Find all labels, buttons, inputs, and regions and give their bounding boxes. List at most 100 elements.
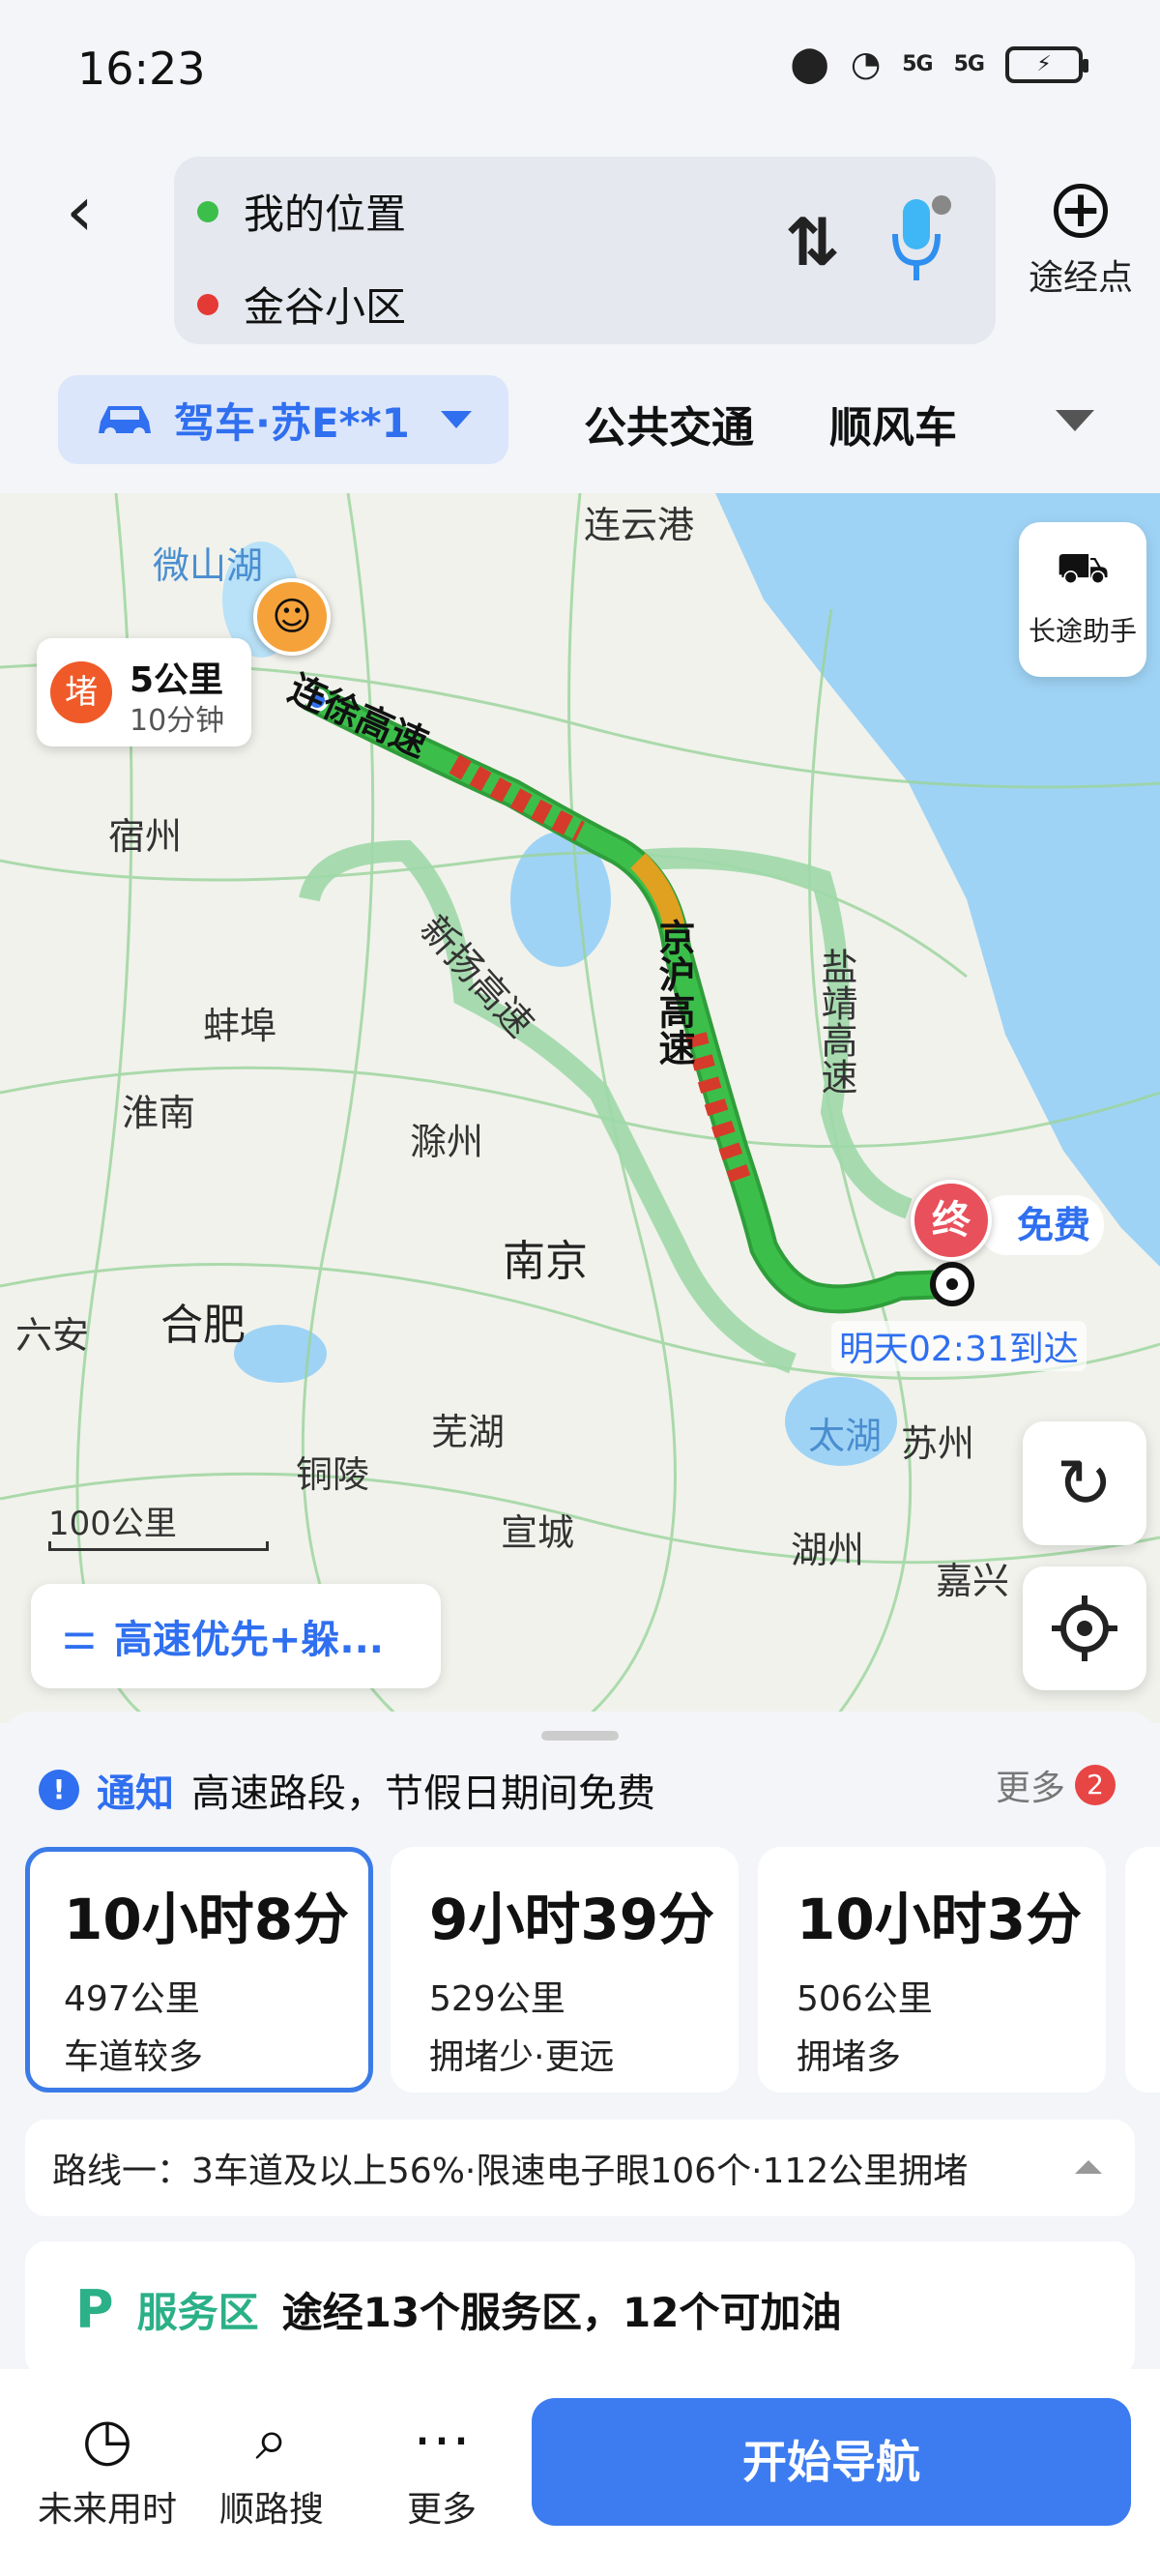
search-icon: ⌕ [255,2406,288,2474]
tab-carpool[interactable]: 顺风车 [829,393,957,454]
route-distance: 506公里 [797,1979,933,2019]
route-input-box: 我的位置 金谷小区 ⇅ [174,157,996,344]
destination-label: 金谷小区 [244,283,407,331]
more-label: 更多 [406,2490,477,2530]
label-taihu: 太湖 [808,1415,883,1457]
lake-chaohu [234,1325,327,1383]
jam-callout[interactable]: 堵 5公里 10分钟 [37,638,251,746]
status-bar: 16:23 ⬤ ◔ 5G 5G ⚡ [0,0,1160,143]
label-bengbu: 蚌埠 [203,1005,277,1047]
driver-avatar-icon: ☺ [253,578,331,656]
route-card-peek[interactable] [1125,1847,1160,2093]
service-title: 服务区 [136,2288,259,2336]
label-chuzhou: 滁州 [410,1121,484,1163]
battery-icon: ⚡ [1005,45,1088,83]
route-time: 10小时8分 [64,1887,350,1952]
route-summary[interactable]: 路线一：3车道及以上56%·限速电子眼106个·112公里拥堵 [25,2120,1135,2216]
scale-label: 100公里 [48,1505,177,1543]
status-icons: ⬤ ◔ 5G 5G ⚡ [790,44,1088,84]
route-preference-button[interactable]: ⚌ 高速优先+躲... [31,1584,441,1688]
route-note: 拥堵多 [797,2037,902,2077]
route-note: 车道较多 [64,2037,204,2077]
car-icon [99,406,151,439]
destination-row[interactable]: 金谷小区 [197,275,406,334]
more-count-badge: 2 [1075,1765,1116,1805]
swap-icon[interactable]: ⇅ [785,205,840,281]
location-icon: ⬤ [790,44,829,84]
origin-dot-icon [197,200,218,222]
label-suzhou-js: 苏州 [901,1422,975,1465]
longtrip-assistant-button[interactable]: ⛟ 长途助手 [1019,522,1146,677]
status-time: 16:23 [77,43,206,95]
destination-dot-icon [197,293,218,315]
road-jinghu: 京沪高速 [652,919,695,1066]
label-hefei: 合肥 [160,1301,246,1350]
more-button[interactable]: ⋯ 更多 [360,2402,524,2532]
label-huainan: 淮南 [122,1092,196,1134]
steering-icon: ⛟ [1056,543,1110,593]
future-label: 未来用时 [37,2490,177,2530]
start-navigation-button[interactable]: 开始导航 [532,2398,1131,2526]
jam-distance: 5公里 [130,660,224,700]
route-card-3[interactable]: 10小时3分 506公里 拥堵多 [758,1847,1106,2093]
label-nanjing: 南京 [503,1237,588,1286]
label-jiaxing: 嘉兴 [936,1560,1010,1602]
locate-icon [1052,1595,1117,1661]
search-along-button[interactable]: ⌕ 顺路搜 [189,2402,354,2532]
route-distance: 497公里 [64,1979,200,2019]
origin-row[interactable]: 我的位置 [197,182,406,241]
scale-bar [48,1541,269,1551]
via-label: 途经点 [1028,258,1133,298]
signal-5g-icon: 5G [902,52,933,76]
end-badge: 终 [911,1180,992,1261]
tab-transit[interactable]: 公共交通 [584,393,754,454]
notice-more-button[interactable]: 更多 2 [996,1760,1116,1810]
sliders-icon: ⚌ [62,1614,97,1658]
notice-bar[interactable]: ! 通知 高速路段，节假日期间免费 [0,1746,1160,1833]
future-time-button[interactable]: ◷ 未来用时 [25,2402,189,2532]
locate-button[interactable] [1023,1566,1146,1690]
label-xuancheng: 宣城 [501,1511,575,1554]
label-tongling: 铜陵 [296,1453,370,1496]
free-label: 免费 [978,1195,1104,1255]
label-weishanhu: 微山湖 [153,544,264,587]
label-lianyungang: 连云港 [584,504,695,546]
label-suzhou-ah: 宿州 [108,815,183,858]
more-dots-icon: ⋯ [413,2406,471,2474]
service-text: 途经13个服务区，12个可加油 [281,2288,842,2336]
tab-drive[interactable]: 驾车·苏E**1 [58,375,508,464]
back-icon[interactable]: ‹ [66,172,124,249]
route-time: 10小时3分 [797,1887,1083,1952]
wifi-icon: ◔ [850,44,882,84]
parking-icon: P [75,2278,114,2340]
search-label: 顺路搜 [218,2490,324,2530]
route-note: 拥堵少·更远 [429,2037,615,2077]
preference-label: 高速优先+躲... [113,1618,384,1662]
notice-text: 高速路段，节假日期间免费 [191,1771,655,1816]
label-liuan: 六安 [15,1314,90,1357]
route-card-2[interactable]: 9小时39分 529公里 拥堵少·更远 [391,1847,739,2093]
more-label: 更多 [996,1769,1066,1808]
refresh-icon[interactable]: ↻ [1023,1421,1146,1545]
origin-label: 我的位置 [244,190,407,238]
plus-icon: + [1054,184,1108,238]
route-card-1[interactable]: 10小时8分 497公里 车道较多 [25,1847,373,2093]
road-yanjing: 盐靖高速 [815,948,857,1095]
drive-label: 驾车·苏E**1 [174,398,410,447]
longtrip-label: 长途助手 [1028,615,1137,647]
notice-title: 通知 [97,1771,174,1816]
arrival-time: 明天02:31到达 [831,1321,1087,1371]
route-time: 9小时39分 [429,1887,715,1952]
add-waypoint-button[interactable]: + 途经点 [1023,184,1139,300]
drag-handle[interactable] [541,1731,619,1741]
mic-icon[interactable] [889,191,951,288]
jam-duration: 10分钟 [130,704,225,738]
service-area-row[interactable]: P 服务区 途经13个服务区，12个可加油 [25,2241,1135,2377]
more-modes-icon[interactable] [1056,410,1094,431]
route-distance: 529公里 [429,1979,566,2019]
clock-icon: ◷ [81,2406,133,2474]
label-wuhu: 芜湖 [431,1411,506,1453]
jam-badge: 堵 [50,661,112,723]
chevron-down-icon [440,411,472,428]
chevron-up-icon [1075,2160,1102,2174]
